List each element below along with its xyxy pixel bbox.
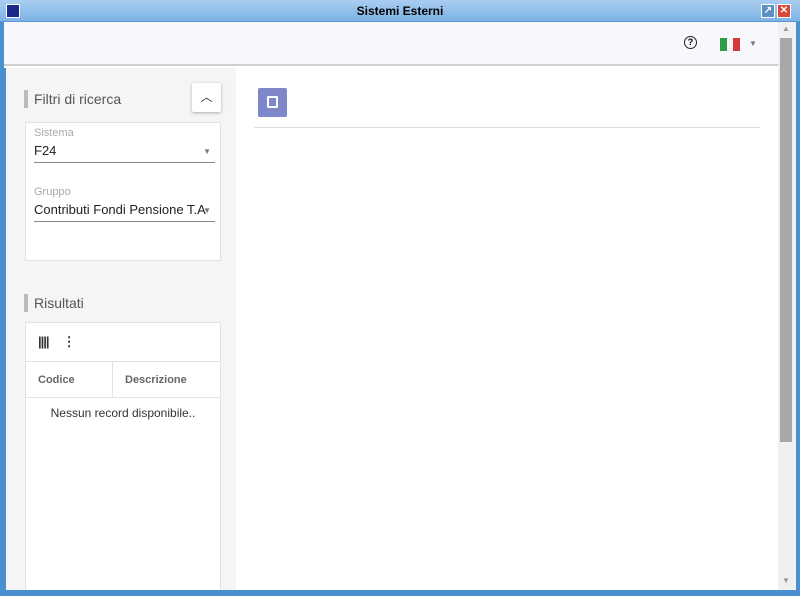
main-panel: [236, 68, 778, 590]
empty-message: Nessun record disponibile..: [50, 406, 196, 420]
language-chevron-down-icon[interactable]: ▼: [749, 39, 757, 48]
chevron-down-icon: ▼: [203, 206, 211, 215]
scrollbar-thumb[interactable]: [780, 38, 792, 442]
app-header: ? ▼: [4, 22, 778, 66]
results-title: Risultati: [24, 294, 84, 312]
save-icon: [267, 96, 278, 108]
results-table: |||| ⋮ Codice Descrizione Nessun record …: [25, 322, 221, 590]
filters-title: Filtri di ricerca: [24, 90, 121, 108]
window-titlebar: Sistemi Esterni ↗ ✕: [0, 0, 800, 22]
restore-icon[interactable]: ↗: [761, 4, 775, 18]
more-vert-icon[interactable]: ⋮: [63, 334, 76, 350]
window-title: Sistemi Esterni: [356, 4, 444, 18]
sistema-value: F24: [34, 143, 57, 158]
columns-icon[interactable]: ||||: [38, 334, 50, 350]
sidebar: Filtri di ricerca ︿ Sistema F24 ▼ Gruppo …: [4, 68, 236, 590]
window-client: ? ▼ Filtri di ricerca ︿ Sistema F24 ▼ Gru…: [4, 22, 796, 590]
gruppo-select[interactable]: Gruppo Contributi Fondi Pensione T.A ▼: [34, 186, 215, 222]
column-header-codice[interactable]: Codice: [26, 362, 113, 397]
column-header-descrizione[interactable]: Descrizione: [113, 362, 199, 397]
divider: [254, 127, 760, 128]
collapse-filters-button[interactable]: ︿: [192, 83, 221, 112]
gruppo-value: Contributi Fondi Pensione T.A: [34, 202, 206, 217]
close-icon[interactable]: ✕: [777, 4, 791, 18]
vertical-scrollbar[interactable]: ▲ ▼: [778, 22, 796, 590]
scroll-down-icon[interactable]: ▼: [782, 576, 790, 585]
help-icon[interactable]: ?: [684, 36, 697, 49]
save-button[interactable]: [258, 88, 287, 117]
italian-flag-icon[interactable]: [720, 38, 741, 51]
sistema-select[interactable]: Sistema F24 ▼: [34, 127, 215, 163]
scroll-up-icon[interactable]: ▲: [782, 24, 790, 33]
gruppo-label: Gruppo: [34, 186, 71, 198]
filters-card: Sistema F24 ▼ Gruppo Contributi Fondi Pen…: [25, 122, 221, 261]
chevron-down-icon: ▼: [203, 147, 211, 156]
sistema-label: Sistema: [34, 127, 74, 139]
